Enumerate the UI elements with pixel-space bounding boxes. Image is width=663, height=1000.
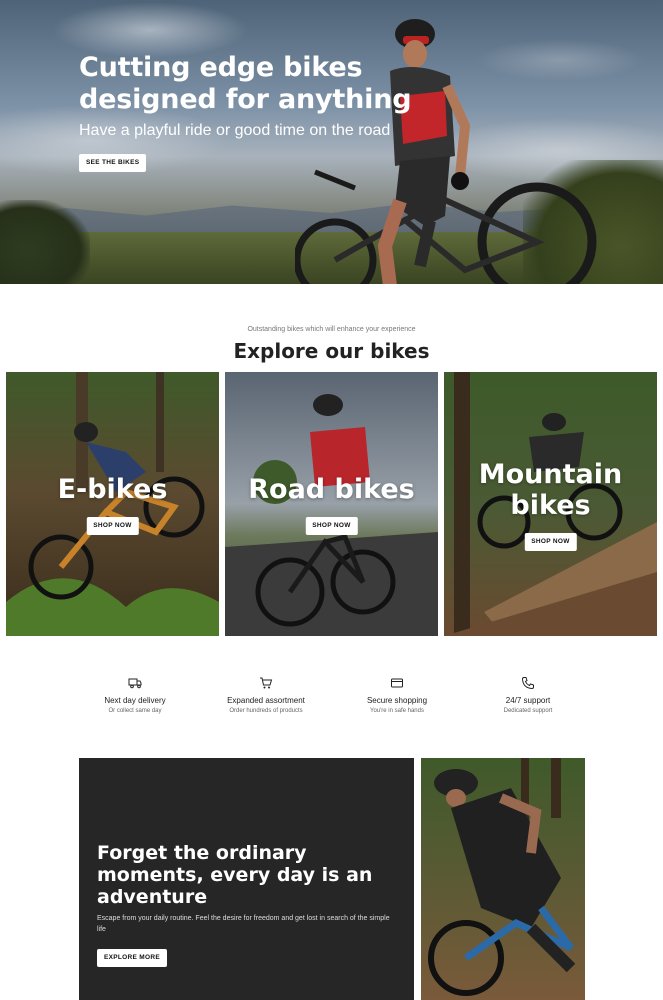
- e-bikes-shop-now-button[interactable]: SHOP NOW: [86, 517, 139, 535]
- feature-subtitle: You're in safe hands: [370, 708, 424, 714]
- road-bikes-shop-now-button[interactable]: SHOP NOW: [305, 517, 358, 535]
- feature-title: Next day delivery: [104, 696, 166, 705]
- truck-icon: [128, 678, 142, 689]
- hero-subtitle: Have a playful ride or good time on the …: [79, 122, 391, 139]
- credit-card-icon: [391, 678, 403, 688]
- category-card-road-bikes[interactable]: Road bikes SHOP NOW: [225, 372, 438, 636]
- explore-kicker: Outstanding bikes which will enhance you…: [247, 326, 416, 333]
- promo-rider-illustration: [421, 758, 585, 1000]
- phone-icon: [521, 677, 534, 690]
- road-bikes-label: Road bikes: [248, 474, 415, 505]
- promo-panel: Forget the ordinary moments, every day i…: [79, 758, 414, 1000]
- explore-more-button[interactable]: EXPLORE MORE: [97, 949, 167, 967]
- feature-subtitle: Or collect same day: [108, 708, 162, 714]
- cart-icon: [260, 677, 273, 689]
- hero-banner: Cutting edge bikes designed for anything…: [0, 0, 663, 284]
- hero-title: Cutting edge bikes designed for anything: [79, 52, 412, 115]
- mountain-bikes-shop-now-button[interactable]: SHOP NOW: [524, 533, 577, 551]
- hero-text-block: Cutting edge bikes designed for anything…: [79, 52, 419, 172]
- see-the-bikes-button[interactable]: SEE THE BIKES: [79, 154, 147, 172]
- feature-subtitle: Dedicated support: [503, 708, 553, 714]
- promo-title: Forget the ordinary moments, every day i…: [97, 842, 373, 908]
- hero-trees: [0, 200, 90, 284]
- feature-24-7-support: 24/7 support Dedicated support: [458, 676, 598, 714]
- explore-title: Explore our bikes: [233, 339, 430, 363]
- category-card-mountain-bikes[interactable]: Mountain bikes SHOP NOW: [444, 372, 657, 636]
- feature-subtitle: Order hundreds of products: [229, 708, 303, 714]
- feature-expanded-assortment: Expanded assortment Order hundreds of pr…: [196, 676, 336, 714]
- category-card-e-bikes[interactable]: E-bikes SHOP NOW: [6, 372, 219, 636]
- mountain-bikes-label: Mountain bikes: [478, 459, 623, 521]
- feature-next-day-delivery: Next day delivery Or collect same day: [65, 676, 205, 714]
- promo-text: Escape from your daily routine. Feel the…: [97, 915, 390, 933]
- feature-title: Expanded assortment: [227, 696, 305, 705]
- e-bikes-label: E-bikes: [57, 474, 168, 505]
- feature-title: 24/7 support: [505, 696, 551, 705]
- feature-secure-shopping: Secure shopping You're in safe hands: [327, 676, 467, 714]
- feature-title: Secure shopping: [366, 696, 428, 705]
- promo-image: [421, 758, 585, 1000]
